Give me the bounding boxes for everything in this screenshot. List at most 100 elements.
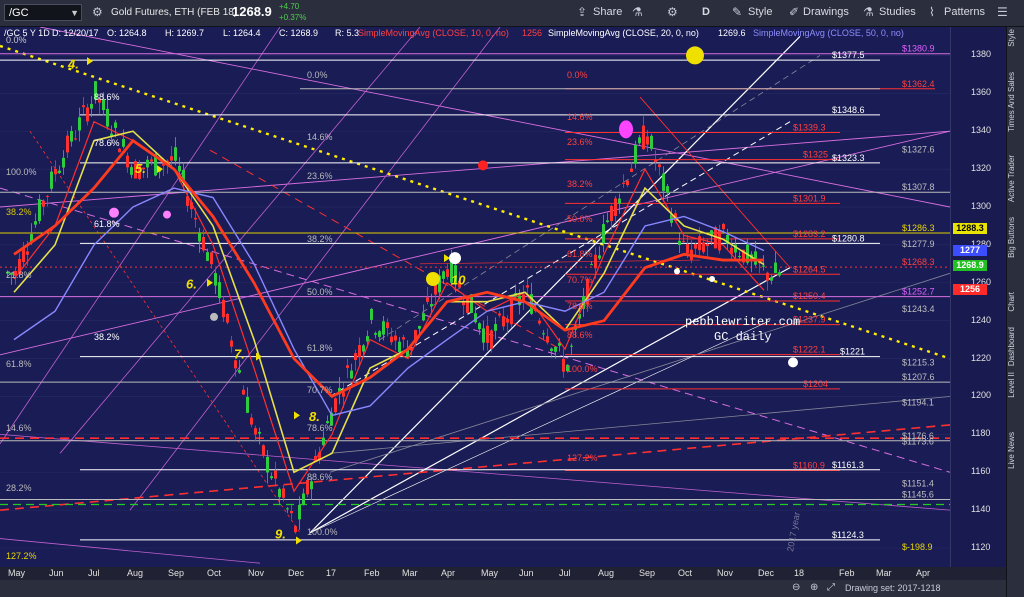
- candle-body: [618, 198, 621, 204]
- candle-body: [598, 255, 601, 259]
- sidebar-tab-chart[interactable]: Chart: [1007, 292, 1024, 312]
- trendline: [309, 320, 771, 534]
- x-tick-label: Sep: [168, 568, 185, 578]
- candle-body: [494, 324, 497, 331]
- sidebar-tab-level-ii[interactable]: Level II: [1007, 372, 1024, 398]
- settings-icon[interactable]: ⚙: [667, 5, 678, 19]
- time-axis[interactable]: May Jun Jul Aug Sep Oct Nov Dec 17 Feb Mar Apr May Ju…: [0, 567, 1006, 580]
- pivot-marker: [619, 120, 633, 139]
- fib-percent-label: 14.6%: [567, 112, 593, 122]
- trading-app: /GC ▼ ⚙ Gold Futures, ETH (FEB 18) 1268.…: [0, 0, 1024, 597]
- candle-body: [294, 526, 297, 533]
- candle-body: [130, 167, 133, 175]
- pivot-marker: [478, 160, 488, 171]
- chart-plot-area[interactable]: $1377.5 $1380.9 $1362.4 $1348.6 $1339.3 $1327…: [0, 27, 950, 567]
- level-label: $1277.9: [902, 239, 935, 249]
- candle-body: [390, 336, 393, 343]
- candle-body: [50, 171, 53, 189]
- candle-body: [694, 244, 697, 249]
- fib-percent-label: 61.8%: [307, 343, 333, 353]
- instrument-name: Gold Futures, ETH (FEB 18): [111, 7, 238, 18]
- wave-label: 8.: [309, 409, 320, 424]
- ohlc-close: C: 1268.9: [279, 28, 319, 38]
- fib-percent-label: 61.8%: [567, 249, 593, 259]
- studies-icon[interactable]: ⚗: [863, 5, 874, 19]
- sidebar-tab-big-buttons[interactable]: Big Buttons: [1007, 217, 1024, 258]
- arrow-marker: [207, 278, 213, 287]
- candle-body: [306, 479, 309, 495]
- fit-icon[interactable]: ⤢: [827, 582, 835, 593]
- y-tick-label: 1180: [971, 428, 991, 439]
- gear-icon[interactable]: ⚙: [92, 5, 103, 19]
- candle-body: [290, 510, 293, 514]
- drawings-button[interactable]: Drawings: [803, 6, 849, 18]
- candle-body: [550, 348, 553, 352]
- share-icon[interactable]: ⇪: [577, 5, 587, 19]
- patterns-icon[interactable]: ⌇: [929, 5, 935, 19]
- drawing-set-label[interactable]: Drawing set: 2017-1218: [845, 583, 941, 593]
- candle-body: [82, 105, 85, 108]
- candle-body: [270, 476, 273, 479]
- candle-body: [622, 182, 625, 184]
- price-axis[interactable]: 1380136013401320130012801260124012201200…: [950, 27, 1007, 567]
- change-percent: +0.37%: [279, 13, 307, 22]
- symbol-input[interactable]: /GC ▼: [4, 4, 82, 21]
- candle-body: [266, 456, 269, 473]
- chevron-down-icon[interactable]: ▼: [70, 5, 79, 22]
- level-label: $1380.9: [902, 44, 935, 54]
- sidebar-tab-live-news[interactable]: Live News: [1007, 432, 1024, 469]
- pivot-marker: [709, 276, 715, 282]
- candle-body: [654, 159, 657, 162]
- fib-percent-label: 78.6%: [567, 301, 593, 311]
- candle-body: [178, 165, 181, 172]
- candle-body: [298, 504, 301, 520]
- candle-body: [642, 125, 645, 150]
- level-label: $1301.9: [793, 193, 826, 203]
- candle-body: [554, 346, 557, 352]
- candle-body: [54, 168, 57, 175]
- fib-percent-label: 127.2%: [6, 551, 37, 561]
- x-tick-label: Dec: [758, 568, 775, 578]
- candle-body: [778, 272, 781, 276]
- fib-percent-label: 88.6%: [307, 472, 333, 482]
- zoom-in-icon[interactable]: ⊕: [810, 582, 818, 593]
- fib-percent-label: 127.2%: [567, 453, 598, 463]
- sidebar-tab-active-trader[interactable]: Active Trader: [1007, 155, 1024, 202]
- sidebar-tab-times-and-sales[interactable]: Times And Sales: [1007, 72, 1024, 132]
- x-tick-label: May: [481, 568, 499, 578]
- pivot-marker: [674, 268, 680, 275]
- level-label: $1145.6: [902, 490, 934, 500]
- candle-body: [738, 256, 741, 258]
- patterns-button[interactable]: Patterns: [944, 6, 985, 18]
- share-button[interactable]: Share: [593, 6, 622, 18]
- fib-percent-label: 38.2%: [567, 179, 593, 189]
- x-tick-label: Mar: [876, 568, 892, 578]
- menu-icon[interactable]: ☰: [997, 5, 1008, 19]
- candle-body: [258, 431, 261, 434]
- watermark-chart: GC daily: [714, 330, 772, 344]
- y-tick-label: 1160: [971, 466, 991, 477]
- right-sidebar: Style Times And Sales Active Trader Big But…: [1006, 27, 1024, 597]
- sidebar-tab-dashboard[interactable]: Dashboard: [1007, 327, 1024, 366]
- zoom-out-icon[interactable]: ⊖: [792, 582, 800, 593]
- level-label: $1264.5: [793, 264, 826, 274]
- fib-percent-label: 88.6%: [94, 92, 120, 102]
- level-label: $1124.3: [832, 530, 864, 540]
- fib-percent-label: 88.6%: [567, 330, 593, 340]
- fib-percent-label: 23.6%: [567, 137, 593, 147]
- candle-body: [334, 398, 337, 413]
- candle-body: [278, 488, 281, 498]
- candle-body: [658, 164, 661, 168]
- sma10-value: 1256: [522, 28, 543, 38]
- price-tag: 1268.9: [953, 259, 987, 271]
- interval-selector[interactable]: D: [702, 6, 710, 18]
- style-button[interactable]: Style: [748, 6, 772, 18]
- candle-body: [650, 135, 653, 149]
- drawings-icon[interactable]: ✐: [789, 5, 799, 19]
- flask-icon[interactable]: ⚗: [632, 5, 643, 19]
- sma50-label: SimpleMovingAvg (CLOSE, 50, 0, no): [753, 28, 904, 38]
- x-tick-label: Nov: [248, 568, 265, 578]
- studies-button[interactable]: Studies: [879, 6, 916, 18]
- style-icon[interactable]: ✎: [732, 5, 742, 19]
- sidebar-tab-style[interactable]: Style: [1007, 29, 1024, 47]
